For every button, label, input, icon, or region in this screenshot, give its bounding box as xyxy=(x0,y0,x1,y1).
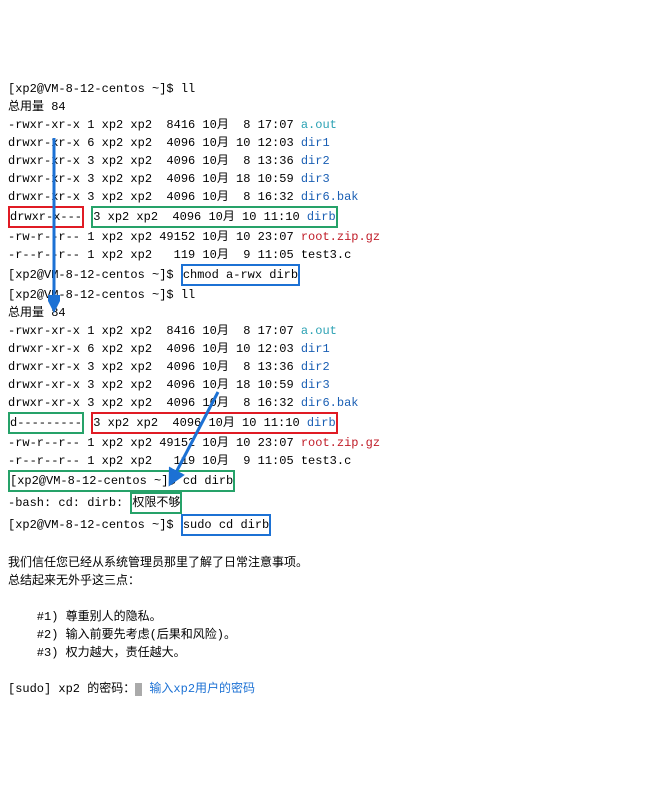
shell-prompt: [xp2@VM-8-12-centos ~]$ xyxy=(8,82,181,96)
perm-box-after: d--------- xyxy=(8,412,84,434)
command-ll: ll xyxy=(181,288,195,302)
error-line: -bash: cd: dirb: 权限不够 xyxy=(8,496,182,510)
ls-row: -r--r--r-- 1 xp2 xp2 119 10月 9 11:05 tes… xyxy=(8,454,351,468)
ls-row: -rwxr-xr-x 1 xp2 xp2 8416 10月 8 17:07 a.… xyxy=(8,324,337,338)
sudo-lecture-line: 我们信任您已经从系统管理员那里了解了日常注意事项。 xyxy=(8,556,308,570)
ls-row: drwxr-xr-x 3 xp2 xp2 4096 10月 8 16:32 di… xyxy=(8,190,358,204)
ls-row: drwxr-xr-x 3 xp2 xp2 4096 10月 8 16:32 di… xyxy=(8,396,358,410)
ls-row: drwxr-xr-x 3 xp2 xp2 4096 10月 8 13:36 di… xyxy=(8,360,330,374)
sudo-lecture-line: 总结起来无外乎这三点： xyxy=(8,574,140,588)
error-msg-box: 权限不够 xyxy=(130,492,182,514)
sudo-password-prompt[interactable]: [sudo] xp2 的密码： 输入xp2用户的密码 xyxy=(8,682,255,696)
ls-row-dirb-after: d--------- 3 xp2 xp2 4096 10月 10 11:10 d… xyxy=(8,416,338,430)
ls-row: drwxr-xr-x 3 xp2 xp2 4096 10月 18 10:59 d… xyxy=(8,172,330,186)
ls-row: -r--r--r-- 1 xp2 xp2 119 10月 9 11:05 tes… xyxy=(8,248,351,262)
ls-row: drwxr-xr-x 6 xp2 xp2 4096 10月 10 12:03 d… xyxy=(8,136,330,150)
ls-row: drwxr-xr-x 3 xp2 xp2 4096 10月 18 10:59 d… xyxy=(8,378,330,392)
command-chmod: chmod a-rwx dirb xyxy=(181,264,300,286)
total-line: 总用量 84 xyxy=(8,100,66,114)
command-ll: ll xyxy=(181,82,195,96)
sudo-lecture-point: #1) 尊重别人的隐私。 xyxy=(8,610,162,624)
ls-row-dirb-before: drwxr-x--- 3 xp2 xp2 4096 10月 10 11:10 d… xyxy=(8,210,338,224)
total-line: 总用量 84 xyxy=(8,306,66,320)
ls-row: -rw-r--r-- 1 xp2 xp2 49152 10月 10 23:07 … xyxy=(8,436,380,450)
shell-prompt: [xp2@VM-8-12-centos ~]$ xyxy=(10,474,183,488)
ls-row: -rwxr-xr-x 1 xp2 xp2 8416 10月 8 17:07 a.… xyxy=(8,118,337,132)
ls-row: -rw-r--r-- 1 xp2 xp2 49152 10月 10 23:07 … xyxy=(8,230,380,244)
ls-row: drwxr-xr-x 6 xp2 xp2 4096 10月 10 12:03 d… xyxy=(8,342,330,356)
perm-box-before: drwxr-x--- xyxy=(8,206,84,228)
cursor-icon xyxy=(135,683,142,696)
shell-prompt: [xp2@VM-8-12-centos ~]$ xyxy=(8,288,181,302)
cd-cmd-box: [xp2@VM-8-12-centos ~]$ cd dirb xyxy=(8,470,235,492)
annotation-note: 输入xp2用户的密码 xyxy=(149,682,255,696)
dirb-rest-box-after: 3 xp2 xp2 4096 10月 10 11:10 dirb xyxy=(91,412,337,434)
ls-row: drwxr-xr-x 3 xp2 xp2 4096 10月 8 13:36 di… xyxy=(8,154,330,168)
command-sudo-cd: sudo cd dirb xyxy=(181,514,271,536)
shell-prompt: [xp2@VM-8-12-centos ~]$ xyxy=(8,268,181,282)
sudo-lecture-point: #3) 权力越大，责任越大。 xyxy=(8,646,186,660)
terminal-output: [xp2@VM-8-12-centos ~]$ ll 总用量 84 -rwxr-… xyxy=(8,80,655,698)
sudo-lecture-point: #2) 输入前要先考虑(后果和风险)。 xyxy=(8,628,236,642)
dirb-rest-box-before: 3 xp2 xp2 4096 10月 10 11:10 dirb xyxy=(91,206,337,228)
command-cd: cd dirb xyxy=(183,474,233,488)
shell-prompt: [xp2@VM-8-12-centos ~]$ xyxy=(8,518,181,532)
